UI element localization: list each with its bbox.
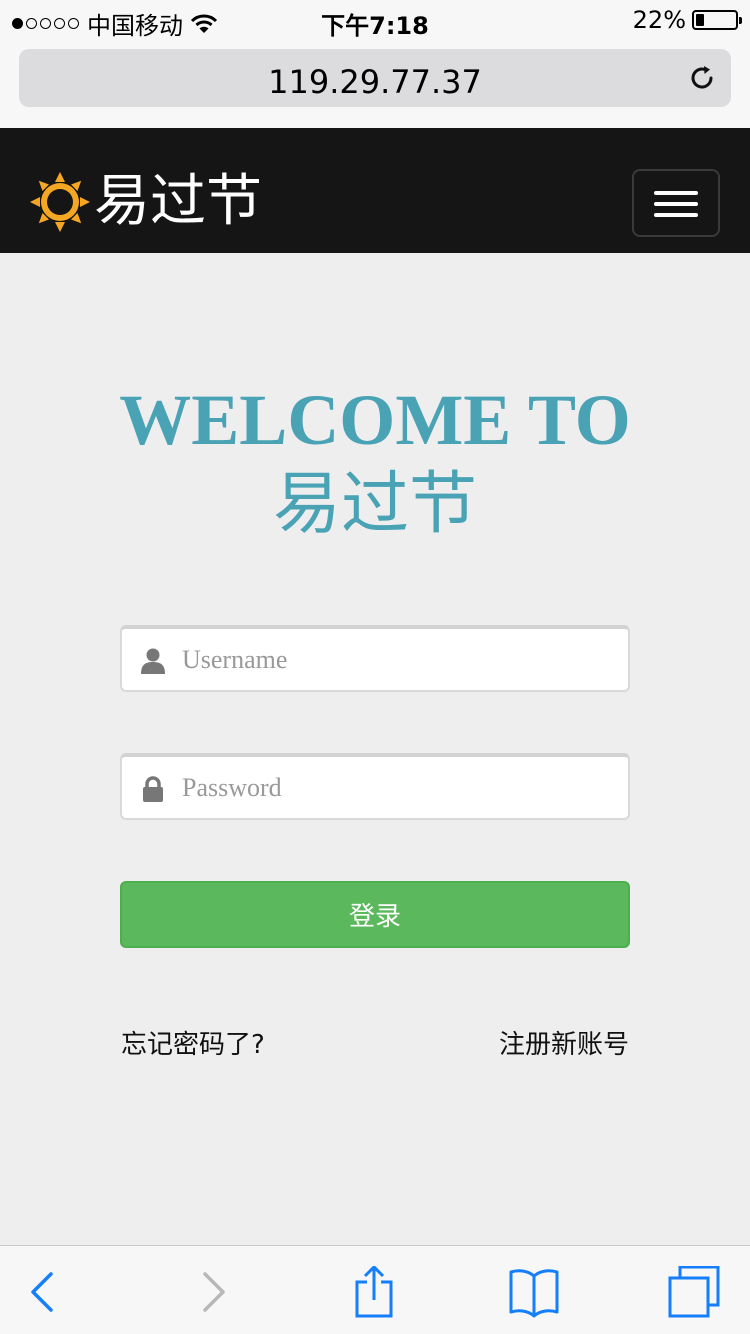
status-right: 22% bbox=[632, 6, 742, 34]
login-button[interactable]: 登录 bbox=[120, 881, 630, 948]
menu-toggle-button[interactable] bbox=[632, 169, 720, 237]
battery-icon bbox=[692, 10, 742, 30]
brand-name[interactable]: 易过节 bbox=[94, 172, 262, 232]
register-link[interactable]: 注册新账号 bbox=[499, 1024, 629, 1061]
site-navbar: 易过节 bbox=[0, 128, 750, 253]
browser-toolbar bbox=[0, 1245, 750, 1334]
share-icon[interactable] bbox=[348, 1266, 400, 1318]
status-bar: 中国移动 下午7:18 22% bbox=[0, 0, 750, 40]
welcome-line1: WELCOME TO bbox=[119, 380, 631, 460]
tabs-icon[interactable] bbox=[668, 1266, 720, 1318]
forgot-password-link[interactable]: 忘记密码了? bbox=[121, 1024, 265, 1061]
user-icon bbox=[141, 648, 165, 674]
brand-link[interactable]: 易过节 bbox=[30, 172, 262, 232]
password-field[interactable] bbox=[120, 753, 630, 820]
browser-url-area: 119.29.77.37 bbox=[0, 40, 750, 128]
hamburger-icon bbox=[654, 202, 698, 206]
password-input[interactable] bbox=[182, 757, 612, 818]
battery-fill bbox=[696, 14, 704, 26]
battery-percent: 22% bbox=[632, 6, 686, 34]
url-text[interactable]: 119.29.77.37 bbox=[19, 63, 731, 101]
welcome-heading: WELCOME TO 易过节 bbox=[0, 380, 750, 550]
reload-icon[interactable] bbox=[687, 63, 717, 93]
lock-icon bbox=[143, 776, 163, 802]
username-input[interactable] bbox=[182, 629, 612, 690]
back-icon[interactable] bbox=[18, 1266, 70, 1318]
sun-icon bbox=[30, 172, 90, 232]
username-field[interactable] bbox=[120, 625, 630, 692]
hamburger-icon bbox=[654, 213, 698, 217]
hamburger-icon bbox=[654, 191, 698, 195]
bookmarks-icon[interactable] bbox=[508, 1266, 560, 1318]
address-bar[interactable]: 119.29.77.37 bbox=[19, 49, 731, 107]
welcome-line2: 易过节 bbox=[272, 465, 477, 544]
forward-icon[interactable] bbox=[186, 1266, 238, 1318]
